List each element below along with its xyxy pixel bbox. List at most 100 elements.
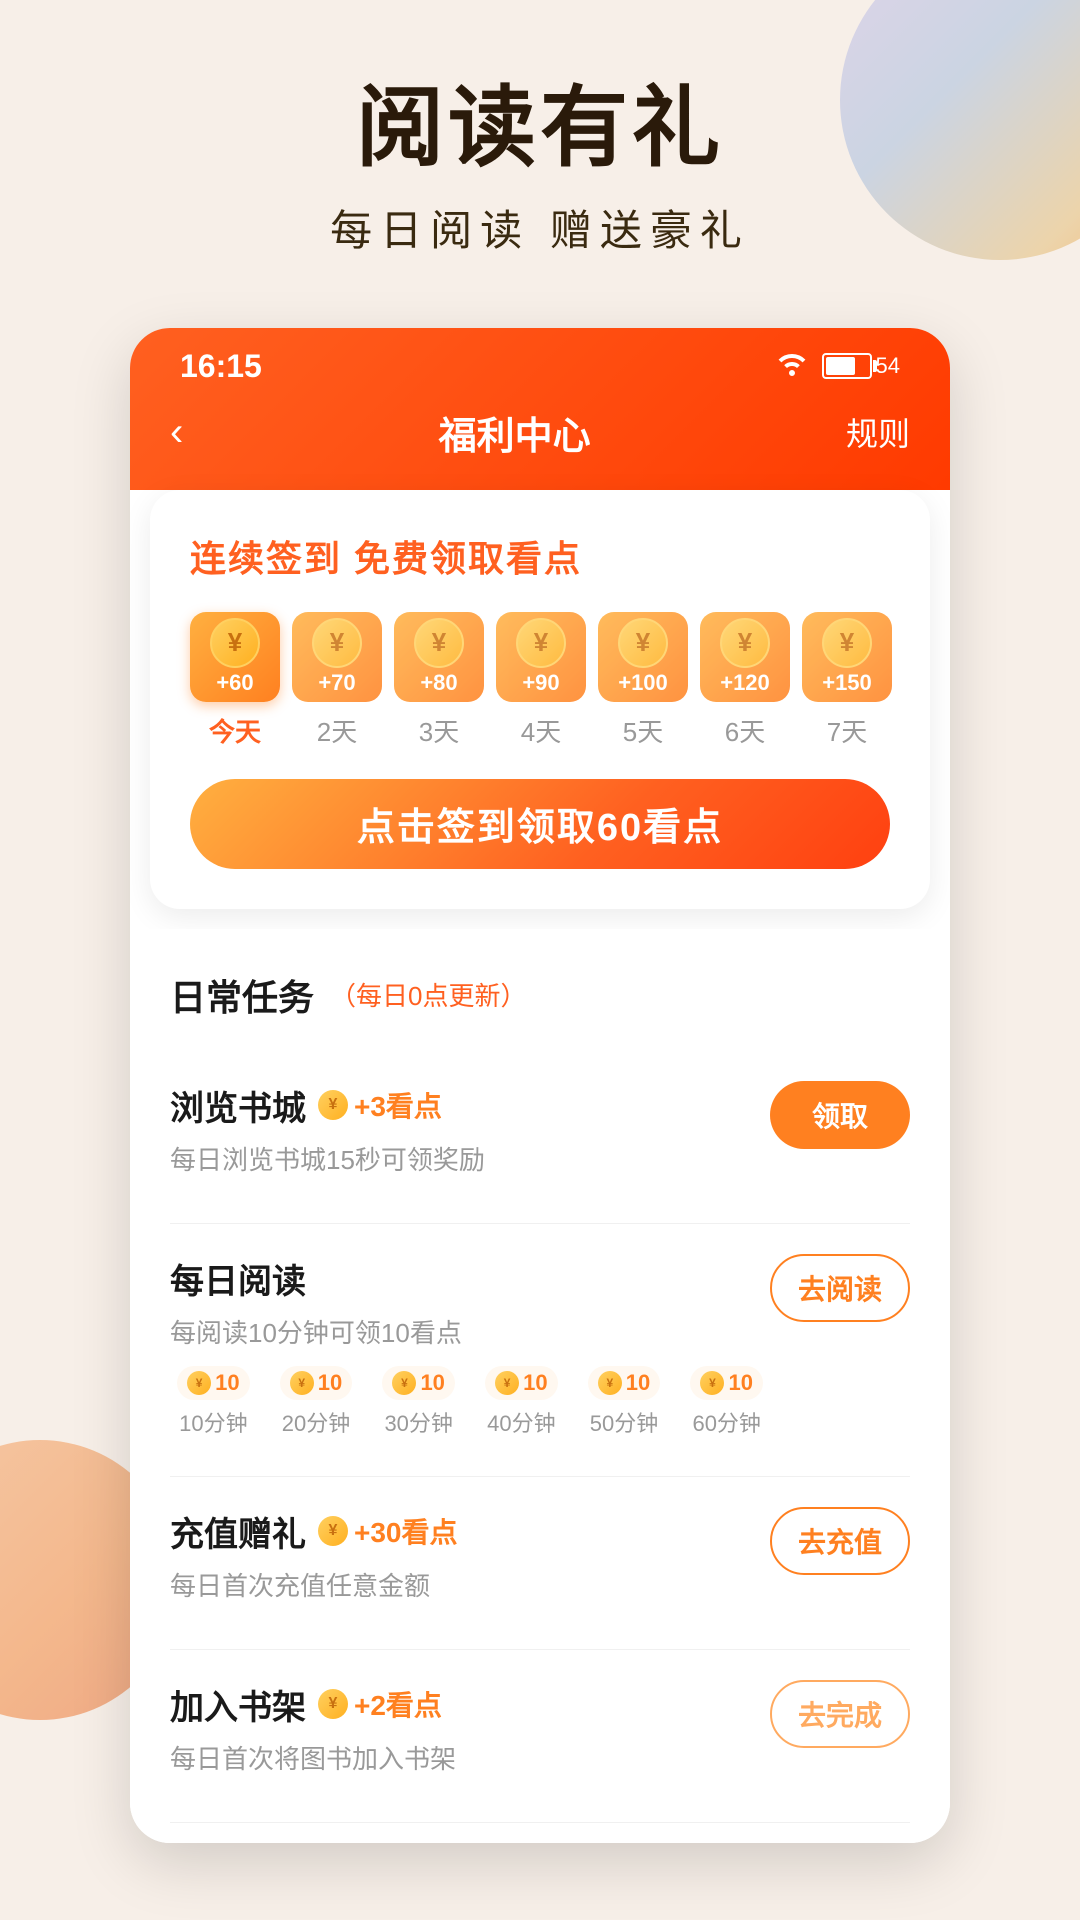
phone-mockup: 16:15 54 ‹ 福利: [130, 328, 950, 1843]
task-row-3: 加入书架 ¥ +2看点 每日首次将图书加入书架 去完成: [170, 1680, 910, 1792]
day-label-1: 今天: [209, 712, 261, 749]
task-name-row-0: 浏览书城 ¥ +3看点: [170, 1081, 770, 1130]
progress-coin-badge-4: ¥ 10: [588, 1366, 660, 1400]
progress-time-0: 10分钟: [179, 1406, 247, 1438]
reward-text-3: +2看点: [354, 1684, 442, 1724]
coin-amount-2: +70: [318, 670, 355, 696]
progress-coin-text-3: 10: [523, 1370, 547, 1396]
day-label-6: 6天: [725, 712, 765, 749]
progress-time-3: 40分钟: [487, 1406, 555, 1438]
task-name-3: 加入书架: [170, 1680, 306, 1729]
task-name-row-3: 加入书架 ¥ +2看点: [170, 1680, 770, 1729]
task-info-0: 浏览书城 ¥ +3看点 每日浏览书城15秒可领奖励: [170, 1081, 770, 1193]
task-reward-3: ¥ +2看点: [318, 1684, 442, 1724]
tasks-list: 浏览书城 ¥ +3看点 每日浏览书城15秒可领奖励 领取 每日阅读 每阅读10分…: [170, 1051, 910, 1823]
signin-days-row: ¥ +60 今天 ¥ +70 2天 ¥ +80 3天 ¥ +90 4天 ¥ +1…: [190, 612, 890, 749]
task-desc-2: 每日首次充值任意金额: [170, 1566, 770, 1603]
day-coin-1[interactable]: ¥ +60: [190, 612, 280, 702]
tasks-section: 日常任务 （每日0点更新） 浏览书城 ¥ +3看点 每日浏览书城15秒可领奖励 …: [130, 929, 950, 1843]
task-item-1: 每日阅读 每阅读10分钟可领10看点 ¥ 10 10分钟 ¥ 10 20分钟: [170, 1224, 910, 1477]
task-name-row-2: 充值赠礼 ¥ +30看点: [170, 1507, 770, 1556]
app-header: 16:15 54 ‹ 福利: [130, 328, 950, 490]
day-coin-7: ¥ +150: [802, 612, 892, 702]
status-icons: 54: [774, 350, 900, 383]
status-time: 16:15: [180, 348, 262, 385]
tasks-update-note: （每日0点更新）: [330, 976, 526, 1013]
coin-amount-5: +100: [618, 670, 668, 696]
task-item-0: 浏览书城 ¥ +3看点 每日浏览书城15秒可领奖励 领取: [170, 1051, 910, 1224]
progress-coin-badge-3: ¥ 10: [485, 1366, 557, 1400]
progress-coin-icon-5: ¥: [700, 1371, 724, 1395]
signin-card: 连续签到 免费领取看点 ¥ +60 今天 ¥ +70 2天 ¥ +80 3天 ¥…: [150, 490, 930, 909]
progress-time-2: 30分钟: [384, 1406, 452, 1438]
task-item-2: 充值赠礼 ¥ +30看点 每日首次充值任意金额 去充值: [170, 1477, 910, 1650]
coin-amount-3: +80: [420, 670, 457, 696]
progress-item-2: ¥ 10 30分钟: [375, 1366, 462, 1438]
signin-day-2: ¥ +70 2天: [292, 612, 382, 749]
reward-text-2: +30看点: [354, 1511, 458, 1551]
progress-item-3: ¥ 10 40分钟: [478, 1366, 565, 1438]
task-row-2: 充值赠礼 ¥ +30看点 每日首次充值任意金额 去充值: [170, 1507, 910, 1619]
progress-item-0: ¥ 10 10分钟: [170, 1366, 257, 1438]
task-item-3: 加入书架 ¥ +2看点 每日首次将图书加入书架 去完成: [170, 1650, 910, 1823]
day-label-3: 3天: [419, 712, 459, 749]
day-coin-2: ¥ +70: [292, 612, 382, 702]
coin-amount-1: +60: [216, 670, 253, 696]
task-reward-0: ¥ +3看点: [318, 1085, 442, 1125]
hero-subtitle: 每日阅读 赠送豪礼: [60, 197, 1020, 258]
day-coin-4: ¥ +90: [496, 612, 586, 702]
coin-icon-7: ¥: [822, 618, 872, 668]
progress-item-5: ¥ 10 60分钟: [683, 1366, 770, 1438]
tasks-header: 日常任务 （每日0点更新）: [170, 969, 910, 1021]
progress-coin-badge-0: ¥ 10: [177, 1366, 249, 1400]
signin-day-1: ¥ +60 今天: [190, 612, 280, 749]
day-label-5: 5天: [623, 712, 663, 749]
battery-indicator: 54: [822, 353, 900, 379]
progress-coin-icon-3: ¥: [495, 1371, 519, 1395]
task-name-row-1: 每日阅读: [170, 1254, 770, 1303]
progress-coin-icon-4: ¥: [598, 1371, 622, 1395]
progress-coin-text-1: 10: [318, 1370, 342, 1396]
reward-coin-icon-2: ¥: [318, 1516, 348, 1546]
nav-bar: ‹ 福利中心 规则: [130, 395, 950, 470]
task-info-2: 充值赠礼 ¥ +30看点 每日首次充值任意金额: [170, 1507, 770, 1619]
task-action-btn-0[interactable]: 领取: [770, 1081, 910, 1149]
back-button[interactable]: ‹: [170, 410, 183, 455]
task-info-1: 每日阅读 每阅读10分钟可领10看点 ¥ 10 10分钟 ¥ 10 20分钟: [170, 1254, 770, 1446]
task-action-btn-3[interactable]: 去完成: [770, 1680, 910, 1748]
day-coin-5: ¥ +100: [598, 612, 688, 702]
task-desc-1: 每阅读10分钟可领10看点: [170, 1313, 770, 1350]
progress-coin-badge-5: ¥ 10: [690, 1366, 762, 1400]
coin-icon-4: ¥: [516, 618, 566, 668]
coin-icon-3: ¥: [414, 618, 464, 668]
app-screen: 16:15 54 ‹ 福利: [130, 328, 950, 1843]
coin-icon-2: ¥: [312, 618, 362, 668]
nav-title: 福利中心: [439, 405, 591, 460]
progress-coin-icon-1: ¥: [290, 1371, 314, 1395]
progress-coin-text-0: 10: [215, 1370, 239, 1396]
day-coin-3: ¥ +80: [394, 612, 484, 702]
progress-coin-text-5: 10: [728, 1370, 752, 1396]
battery-text: 54: [876, 353, 900, 379]
day-label-7: 7天: [827, 712, 867, 749]
rules-button[interactable]: 规则: [846, 409, 910, 455]
hero-section: 阅读有礼 每日阅读 赠送豪礼: [0, 0, 1080, 298]
progress-time-1: 20分钟: [282, 1406, 350, 1438]
progress-coin-text-2: 10: [420, 1370, 444, 1396]
task-action-btn-1[interactable]: 去阅读: [770, 1254, 910, 1322]
task-action-btn-2[interactable]: 去充值: [770, 1507, 910, 1575]
signin-day-3: ¥ +80 3天: [394, 612, 484, 749]
progress-coin-badge-1: ¥ 10: [280, 1366, 352, 1400]
tasks-title: 日常任务: [170, 969, 314, 1021]
task-reward-2: ¥ +30看点: [318, 1511, 458, 1551]
signin-button[interactable]: 点击签到领取60看点: [190, 779, 890, 869]
status-bar: 16:15 54: [130, 328, 950, 395]
task-row-0: 浏览书城 ¥ +3看点 每日浏览书城15秒可领奖励 领取: [170, 1081, 910, 1193]
coin-icon-1: ¥: [210, 618, 260, 668]
task-desc-0: 每日浏览书城15秒可领奖励: [170, 1140, 770, 1177]
battery-box: [822, 353, 872, 379]
wifi-icon: [774, 350, 810, 383]
progress-coin-text-4: 10: [626, 1370, 650, 1396]
signin-section-title: 连续签到 免费领取看点: [190, 530, 890, 582]
progress-item-1: ¥ 10 20分钟: [273, 1366, 360, 1438]
